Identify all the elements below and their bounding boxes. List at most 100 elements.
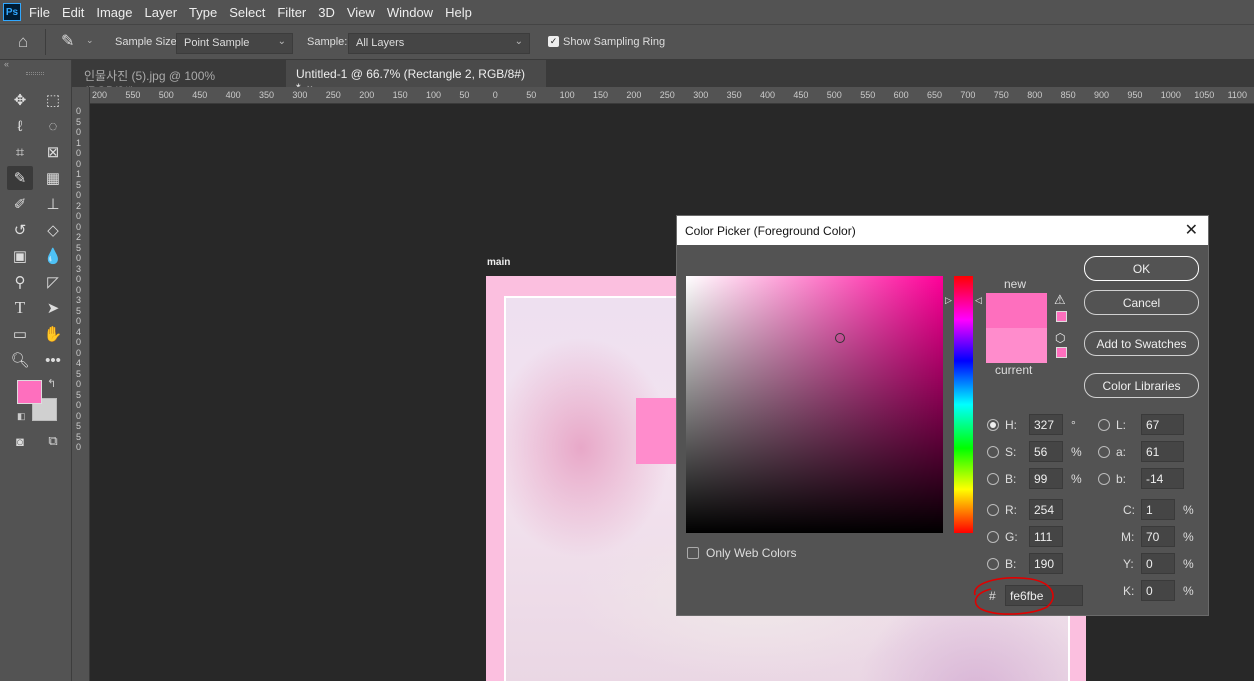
eyedropper-tool-icon[interactable]: ✎: [7, 166, 33, 190]
lab-b-radio[interactable]: [1098, 473, 1110, 485]
screen-mode-icon[interactable]: ⧉: [40, 429, 66, 453]
menu-type[interactable]: Type: [189, 5, 217, 20]
menu-file[interactable]: File: [29, 5, 50, 20]
ruler-tick-label: 750: [993, 90, 1009, 100]
menu-help[interactable]: Help: [445, 5, 472, 20]
close-icon[interactable]: ✕: [1185, 220, 1198, 240]
menu-window[interactable]: Window: [387, 5, 433, 20]
move-tool-icon[interactable]: ✥: [7, 88, 33, 112]
lab-a-radio[interactable]: [1098, 446, 1110, 458]
web-safe-warning-icon[interactable]: ⬡: [1055, 331, 1065, 345]
hand-tool-icon[interactable]: ✋: [40, 322, 66, 346]
hue-slider[interactable]: [954, 276, 973, 533]
ok-button[interactable]: OK: [1084, 256, 1199, 281]
frame-tool-icon[interactable]: ⊠: [40, 140, 66, 164]
menu-image[interactable]: Image: [96, 5, 132, 20]
black-input[interactable]: 0: [1141, 580, 1175, 601]
blur-tool-icon[interactable]: 💧: [40, 244, 66, 268]
add-to-swatches-button[interactable]: Add to Swatches: [1084, 331, 1199, 356]
ruler-tick-label: 5: [76, 421, 82, 431]
quick-mask-icon[interactable]: ◙: [7, 429, 33, 453]
menu-3d[interactable]: 3D: [318, 5, 335, 20]
saturation-input[interactable]: 56: [1029, 441, 1063, 462]
color-field[interactable]: [686, 276, 943, 533]
blue-radio[interactable]: [987, 558, 999, 570]
eyedropper-tool-preset-icon[interactable]: ✎: [61, 31, 74, 51]
cancel-button[interactable]: Cancel: [1084, 290, 1199, 315]
swap-colors-icon[interactable]: ↰: [47, 377, 56, 390]
type-tool-icon[interactable]: T: [7, 296, 33, 320]
sample-select[interactable]: All Layers ⌄: [348, 33, 530, 54]
ruler-tick-label: 0: [76, 347, 82, 358]
lab-b-label: b:: [1116, 472, 1127, 486]
crop-tool-icon[interactable]: ⌗: [7, 140, 33, 164]
lab-l-input[interactable]: 67: [1141, 414, 1184, 435]
degree-unit: °: [1071, 418, 1076, 432]
show-sampling-ring-checkbox[interactable]: ✓: [548, 36, 559, 47]
ruler-tick-label: 0: [76, 127, 82, 137]
brightness-input[interactable]: 99: [1029, 468, 1063, 489]
ruler-tick-label: 500: [826, 90, 842, 100]
horizontal-ruler: 200 550 500 450 400 350 300 250 200 150 100 50 0 50 10…: [90, 87, 1254, 104]
pen-tool-icon[interactable]: ◸: [40, 270, 66, 294]
tab-document-2[interactable]: Untitled-1 @ 66.7% (Rectangle 2, RGB/8#)…: [286, 60, 546, 95]
lab-a-input[interactable]: 61: [1141, 441, 1184, 462]
ruler-tick-label: 1000: [1160, 90, 1181, 100]
gamut-color-swatch[interactable]: [1056, 311, 1067, 322]
tab-document-1[interactable]: 인물사진 (5).jpg @ 100% (RGB/8#)×: [74, 60, 286, 98]
menu-select[interactable]: Select: [229, 5, 265, 20]
hue-slider-right-arrow[interactable]: ◁: [975, 295, 982, 306]
web-safe-color-swatch[interactable]: [1056, 347, 1067, 358]
zoom-tool-icon[interactable]: 🔍︎: [7, 348, 33, 372]
green-radio[interactable]: [987, 531, 999, 543]
panel-grip[interactable]: [26, 72, 44, 75]
quick-selection-tool-icon[interactable]: ◌: [40, 114, 66, 138]
photoshop-logo: Ps: [3, 3, 21, 21]
menu-filter[interactable]: Filter: [277, 5, 306, 20]
only-web-colors-checkbox[interactable]: [687, 547, 699, 559]
lasso-tool-icon[interactable]: ℓ: [7, 114, 33, 138]
yellow-input[interactable]: 0: [1141, 553, 1175, 574]
brush-tool-icon[interactable]: ✐: [7, 192, 33, 216]
hue-slider-left-arrow[interactable]: ▷: [945, 295, 952, 306]
ruler-tick-label: 0: [76, 400, 82, 410]
color-libraries-button[interactable]: Color Libraries: [1084, 373, 1199, 398]
default-colors-icon[interactable]: ◧: [17, 411, 26, 422]
sample-size-select[interactable]: Point Sample ⌄: [176, 33, 293, 54]
red-radio[interactable]: [987, 504, 999, 516]
more-tools-icon[interactable]: •••: [40, 348, 66, 372]
brightness-radio[interactable]: [987, 473, 999, 485]
history-brush-tool-icon[interactable]: ↺: [7, 218, 33, 242]
marquee-tool-icon[interactable]: ⬚: [40, 88, 66, 112]
chevron-down-icon[interactable]: ⌄: [86, 35, 94, 46]
collapse-icon[interactable]: «: [4, 59, 9, 69]
green-input[interactable]: 111: [1029, 526, 1063, 547]
menu-layer[interactable]: Layer: [145, 5, 178, 20]
hue-radio[interactable]: [987, 419, 999, 431]
current-color-swatch[interactable]: [986, 328, 1047, 363]
home-icon[interactable]: ⌂: [18, 32, 28, 52]
blue-input[interactable]: 190: [1029, 553, 1063, 574]
lab-l-radio[interactable]: [1098, 419, 1110, 431]
rectangle-tool-icon[interactable]: ▭: [7, 322, 33, 346]
gradient-tool-icon[interactable]: ▣: [7, 244, 33, 268]
hue-input[interactable]: 327: [1029, 414, 1063, 435]
cyan-input[interactable]: 1: [1141, 499, 1175, 520]
foreground-color-swatch[interactable]: [17, 380, 42, 404]
lab-b-input[interactable]: -14: [1141, 468, 1184, 489]
saturation-radio[interactable]: [987, 446, 999, 458]
ruler-tick-label: 5: [76, 116, 82, 127]
sample-size-value: Point Sample: [184, 37, 250, 49]
red-input[interactable]: 254: [1029, 499, 1063, 520]
path-selection-tool-icon[interactable]: ➤: [40, 296, 66, 320]
out-of-gamut-warning-icon[interactable]: ⚠: [1054, 292, 1066, 308]
menu-view[interactable]: View: [347, 5, 375, 20]
ruler-tick-label: 800: [1027, 90, 1043, 100]
dodge-tool-icon[interactable]: ⚲: [7, 270, 33, 294]
eraser-tool-icon[interactable]: ◇: [40, 218, 66, 242]
menu-edit[interactable]: Edit: [62, 5, 84, 20]
clone-stamp-tool-icon[interactable]: ⊥: [40, 192, 66, 216]
healing-brush-tool-icon[interactable]: ▦: [40, 166, 66, 190]
magenta-input[interactable]: 70: [1141, 526, 1175, 547]
color-field-marker[interactable]: [835, 333, 845, 343]
